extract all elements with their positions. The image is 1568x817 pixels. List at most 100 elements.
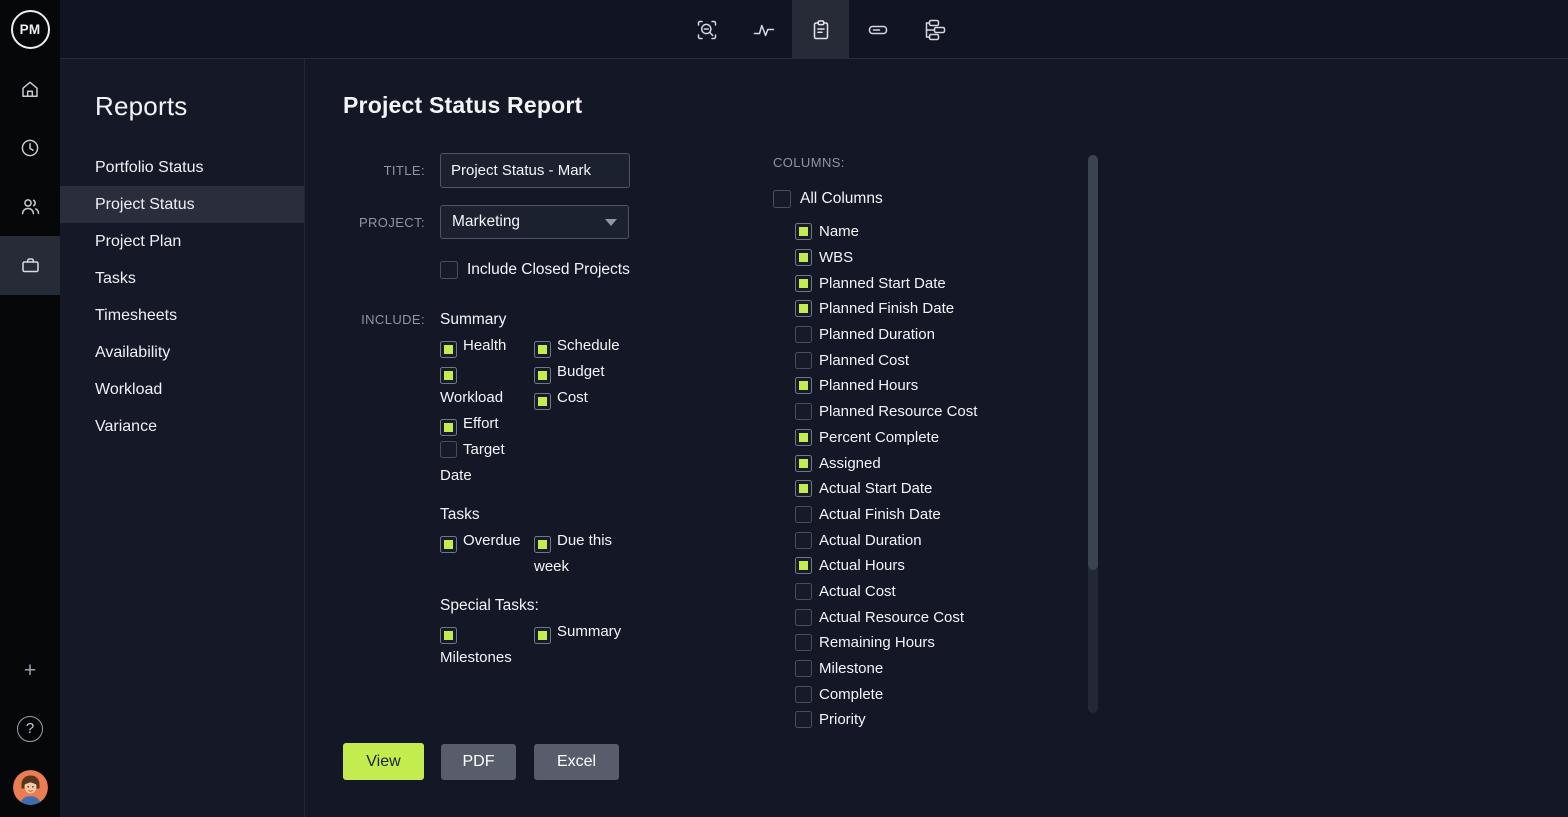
include-checkbox-milestones[interactable]: Milestones xyxy=(440,619,524,671)
checkbox[interactable] xyxy=(440,536,457,553)
include-checkbox-overdue[interactable]: Overdue xyxy=(440,528,524,554)
checkbox[interactable] xyxy=(795,223,812,240)
checkbox[interactable] xyxy=(795,249,812,266)
include-checkbox-cost[interactable]: Cost xyxy=(534,385,630,411)
rail-item-add[interactable]: + xyxy=(0,641,60,700)
reports-menu-item-variance[interactable]: Variance xyxy=(60,408,304,445)
checkbox[interactable] xyxy=(440,367,457,384)
reports-menu-item-portfolio-status[interactable]: Portfolio Status xyxy=(60,149,304,186)
report-form: TITLE: PROJECT: Marketing Include Closed… xyxy=(343,153,743,684)
include-closed-checkbox[interactable] xyxy=(440,261,458,279)
checkbox[interactable] xyxy=(795,377,812,394)
column-item-label: Planned Finish Date xyxy=(819,300,954,317)
reports-menu-item-project-status[interactable]: Project Status xyxy=(60,186,304,223)
column-item-label: Priority xyxy=(819,711,866,728)
columns-scrollbar-thumb[interactable] xyxy=(1088,155,1098,570)
include-checkbox-due-this-week[interactable]: Due this week xyxy=(534,528,630,580)
column-item-name[interactable]: Name xyxy=(795,219,1073,245)
checkbox[interactable] xyxy=(534,627,551,644)
column-item-planned-cost[interactable]: Planned Cost xyxy=(795,347,1073,373)
title-input[interactable] xyxy=(440,153,630,188)
include-closed-projects[interactable]: Include Closed Projects xyxy=(440,261,743,279)
column-item-planned-resource-cost[interactable]: Planned Resource Cost xyxy=(795,399,1073,425)
checkbox[interactable] xyxy=(795,480,812,497)
rail-item-help[interactable]: ? xyxy=(0,699,60,758)
include-checkbox-effort[interactable]: Effort xyxy=(440,411,524,437)
rail-item-time[interactable] xyxy=(0,118,60,177)
reports-menu-item-timesheets[interactable]: Timesheets xyxy=(60,297,304,334)
topbar-tab-activity[interactable] xyxy=(735,0,792,59)
checkbox[interactable] xyxy=(795,506,812,523)
checkbox[interactable] xyxy=(795,455,812,472)
include-checkbox-budget[interactable]: Budget xyxy=(534,359,630,385)
all-columns-item[interactable]: All Columns xyxy=(773,186,1073,212)
column-item-planned-start-date[interactable]: Planned Start Date xyxy=(795,270,1073,296)
pm-logo[interactable]: PM xyxy=(0,0,60,59)
checkbox[interactable] xyxy=(795,557,812,574)
include-checkbox-summary[interactable]: Summary xyxy=(534,619,630,645)
column-item-actual-start-date[interactable]: Actual Start Date xyxy=(795,476,1073,502)
checkbox[interactable] xyxy=(795,275,812,292)
checkbox[interactable] xyxy=(795,532,812,549)
column-item-complete[interactable]: Complete xyxy=(795,681,1073,707)
column-item-remaining-hours[interactable]: Remaining Hours xyxy=(795,630,1073,656)
include-checkbox-workload[interactable]: Workload xyxy=(440,359,524,411)
column-item-wbs[interactable]: WBS xyxy=(795,245,1073,271)
checkbox[interactable] xyxy=(795,609,812,626)
columns-scrollbar-track[interactable] xyxy=(1088,155,1098,713)
excel-button[interactable]: Excel xyxy=(534,744,619,780)
checkbox[interactable] xyxy=(534,536,551,553)
all-columns-checkbox[interactable] xyxy=(773,190,791,208)
checkbox[interactable] xyxy=(795,583,812,600)
topbar-tab-reports[interactable] xyxy=(792,0,849,59)
checkbox[interactable] xyxy=(440,419,457,436)
rail-item-profile[interactable] xyxy=(0,758,60,817)
column-item-percent-complete[interactable]: Percent Complete xyxy=(795,425,1073,451)
topbar-tab-board[interactable] xyxy=(849,0,906,59)
checkbox[interactable] xyxy=(795,429,812,446)
include-checkbox-target-date[interactable]: Target Date xyxy=(440,437,524,489)
rail-item-team[interactable] xyxy=(0,177,60,236)
column-item-assigned[interactable]: Assigned xyxy=(795,450,1073,476)
view-button[interactable]: View xyxy=(343,743,424,780)
column-item-milestone[interactable]: Milestone xyxy=(795,656,1073,682)
reports-menu-item-tasks[interactable]: Tasks xyxy=(60,260,304,297)
project-select[interactable]: Marketing xyxy=(440,205,629,239)
column-item-planned-hours[interactable]: Planned Hours xyxy=(795,373,1073,399)
checkbox[interactable] xyxy=(795,634,812,651)
checkbox[interactable] xyxy=(795,403,812,420)
include-checkbox-health[interactable]: Health xyxy=(440,333,524,359)
reports-menu-item-workload[interactable]: Workload xyxy=(60,371,304,408)
checkbox[interactable] xyxy=(534,367,551,384)
topbar-tab-workflow[interactable] xyxy=(906,0,963,59)
checkbox[interactable] xyxy=(534,393,551,410)
columns-label: COLUMNS: xyxy=(773,155,1073,170)
column-item-actual-hours[interactable]: Actual Hours xyxy=(795,553,1073,579)
reports-menu-item-availability[interactable]: Availability xyxy=(60,334,304,371)
topbar-tab-zoom-area[interactable] xyxy=(678,0,735,59)
clipboard-report-icon xyxy=(809,18,833,42)
checkbox[interactable] xyxy=(795,711,812,728)
checkbox[interactable] xyxy=(795,660,812,677)
column-item-planned-duration[interactable]: Planned Duration xyxy=(795,322,1073,348)
checkbox[interactable] xyxy=(795,326,812,343)
pill-bar-icon xyxy=(865,17,891,43)
checkbox[interactable] xyxy=(795,686,812,703)
checkbox[interactable] xyxy=(440,341,457,358)
checkbox[interactable] xyxy=(534,341,551,358)
rail-item-portfolio[interactable] xyxy=(0,236,60,295)
column-item-planned-finish-date[interactable]: Planned Finish Date xyxy=(795,296,1073,322)
include-checkbox-schedule[interactable]: Schedule xyxy=(534,333,630,359)
reports-menu-item-project-plan[interactable]: Project Plan xyxy=(60,223,304,260)
rail-item-home[interactable] xyxy=(0,59,60,118)
checkbox[interactable] xyxy=(795,300,812,317)
checkbox[interactable] xyxy=(795,352,812,369)
column-item-actual-duration[interactable]: Actual Duration xyxy=(795,527,1073,553)
column-item-actual-finish-date[interactable]: Actual Finish Date xyxy=(795,502,1073,528)
column-item-priority[interactable]: Priority xyxy=(795,707,1073,733)
column-item-actual-resource-cost[interactable]: Actual Resource Cost xyxy=(795,604,1073,630)
column-item-actual-cost[interactable]: Actual Cost xyxy=(795,579,1073,605)
checkbox[interactable] xyxy=(440,627,457,644)
checkbox[interactable] xyxy=(440,441,457,458)
pdf-button[interactable]: PDF xyxy=(441,744,516,780)
